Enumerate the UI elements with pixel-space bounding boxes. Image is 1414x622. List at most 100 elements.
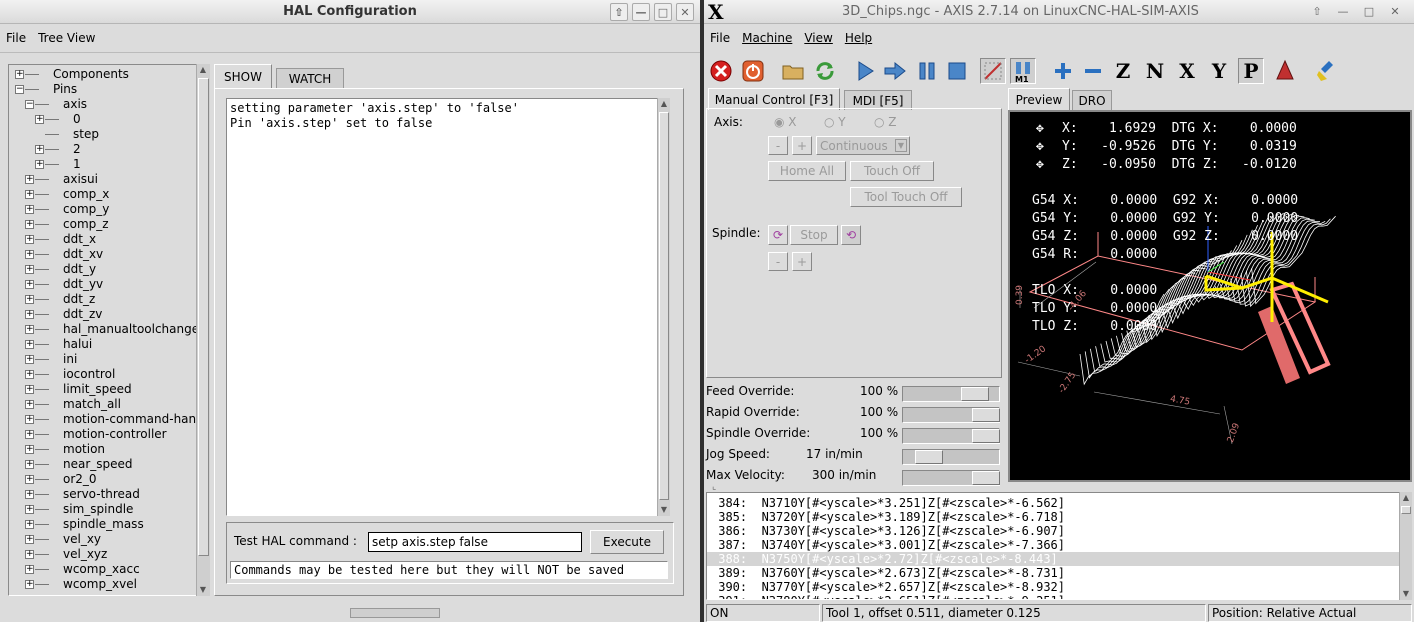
slider-thumb[interactable] [961,387,989,401]
expand-icon[interactable]: + [25,250,34,259]
view-y-icon[interactable]: Y [1206,58,1232,84]
slider-thumb[interactable] [972,471,1000,485]
expand-icon[interactable]: + [25,505,34,514]
output-scroll-thumb[interactable] [659,112,669,500]
block-delete-icon[interactable] [980,58,1006,84]
expand-icon[interactable]: + [25,310,34,319]
run-icon[interactable] [852,58,878,84]
axis-menu-help[interactable]: Help [839,31,878,45]
close-icon[interactable]: ✕ [1386,3,1404,21]
expand-icon[interactable]: + [25,445,34,454]
execute-button[interactable]: Execute [590,530,664,554]
hal-menu-tree-view[interactable]: Tree View [32,31,101,45]
optional-stop-icon[interactable]: M1 [1010,58,1036,84]
radio-y[interactable]: ○ Y [824,115,846,129]
resize-grip-icon[interactable]: ⌞ [712,482,716,492]
jog-mode-select[interactable]: Continuous ▼ [816,136,910,155]
expand-icon[interactable]: + [35,160,44,169]
expand-icon[interactable]: + [25,340,34,349]
power-icon[interactable] [740,58,766,84]
axis-menu-file[interactable]: File [704,31,736,45]
slider-thumb[interactable] [972,429,1000,443]
expand-icon[interactable]: + [25,370,34,379]
collapse-icon[interactable]: − [15,85,24,94]
expand-icon[interactable]: + [25,325,34,334]
maximize-icon[interactable]: □ [1360,3,1378,21]
expand-icon[interactable]: + [25,430,34,439]
expand-icon[interactable]: + [25,220,34,229]
open-folder-icon[interactable] [780,58,806,84]
scroll-up-icon[interactable]: ▲ [1400,492,1412,504]
tab-preview[interactable]: Preview [1008,88,1070,110]
expand-icon[interactable]: + [25,295,34,304]
expand-icon[interactable]: + [25,475,34,484]
zoom-out-icon[interactable] [1080,58,1106,84]
expand-icon[interactable]: + [25,175,34,184]
expand-icon[interactable]: + [25,550,34,559]
tab-manual-control[interactable]: Manual Control [F3] [708,88,840,110]
gcode-line[interactable]: 386: N3730Y[#<yscale>*3.126]Z[#<zscale>*… [707,524,1399,538]
expand-icon[interactable]: + [25,415,34,424]
tree-scrollbar[interactable]: ▲ ▼ [196,64,210,596]
view-z2-icon[interactable]: N [1142,58,1168,84]
gcode-line[interactable]: 387: N3740Y[#<yscale>*3.001]Z[#<zscale>*… [707,538,1399,552]
scroll-down-icon[interactable]: ▼ [197,584,209,596]
spindle-cw-icon[interactable]: ⟲ [841,225,861,245]
gcode-scrollbar[interactable]: ▲ ▼ [1399,492,1412,600]
touch-off-button[interactable]: Touch Off [850,161,934,181]
view-z-icon[interactable]: Z [1110,58,1136,84]
spindle-minus-button[interactable]: - [768,252,788,271]
expand-icon[interactable]: + [25,565,34,574]
expand-icon[interactable]: + [25,400,34,409]
tab-watch[interactable]: WATCH [276,68,344,88]
expand-icon[interactable]: + [25,385,34,394]
command-input[interactable]: setp axis.step false [368,532,582,552]
slider-thumb[interactable] [972,408,1000,422]
radio-x[interactable]: ◉ X [774,115,797,129]
zoom-in-icon[interactable] [1050,58,1076,84]
reload-icon[interactable] [812,58,838,84]
hal-menu-file[interactable]: File [0,31,32,45]
hal-tree-view[interactable]: + Components − Pins − axis +0 step +2 +1 + axisui + c… [8,64,198,596]
tree-scroll-thumb[interactable] [198,78,209,556]
expand-icon[interactable]: + [25,280,34,289]
expand-icon[interactable]: + [25,535,34,544]
expand-icon[interactable]: + [25,490,34,499]
arrow-up-icon[interactable]: ⇧ [1308,3,1326,21]
resize-grip[interactable] [350,608,440,618]
minimize-icon[interactable]: — [1334,3,1352,21]
gcode-scroll-thumb[interactable] [1401,506,1411,514]
tab-dro[interactable]: DRO [1072,90,1112,110]
step-icon[interactable] [882,58,908,84]
scroll-down-icon[interactable]: ▼ [658,504,670,516]
scroll-up-icon[interactable]: ▲ [197,64,209,76]
view-x-icon[interactable]: X [1174,58,1200,84]
rotate-icon[interactable] [1272,58,1298,84]
expand-icon[interactable]: + [35,145,44,154]
spindle-stop-button[interactable]: Stop [790,225,838,245]
jog-plus-button[interactable]: + [792,136,812,155]
axis-menu-machine[interactable]: Machine [736,31,798,45]
expand-icon[interactable]: + [25,235,34,244]
scroll-up-icon[interactable]: ▲ [658,98,670,110]
expand-icon[interactable]: + [25,265,34,274]
override-slider[interactable] [902,428,1000,444]
gcode-line-active[interactable]: 388: N3750Y[#<yscale>*2.72]Z[#<zscale>*-… [707,552,1399,566]
output-scrollbar[interactable]: ▲ ▼ [657,98,670,516]
expand-icon[interactable]: + [25,520,34,529]
gcode-line[interactable]: 389: N3760Y[#<yscale>*2.673]Z[#<zscale>*… [707,566,1399,580]
gcode-line[interactable]: 391: N3780Y[#<yscale>*2.651]Z[#<zscale>*… [707,594,1399,599]
show-output[interactable]: setting parameter 'axis.step' to 'false'… [226,98,658,516]
spindle-plus-button[interactable]: + [792,252,812,271]
override-slider[interactable] [902,386,1000,402]
close-icon[interactable]: ✕ [676,3,694,21]
preview-canvas[interactable]: ✥ X: 1.6929 DTG X: 0.0000 ✥ Y: -0.9526 DTG … [1008,110,1412,482]
expand-icon[interactable]: + [15,70,24,79]
gcode-line[interactable]: 384: N3710Y[#<yscale>*3.251]Z[#<zscale>*… [707,496,1399,510]
jog-minus-button[interactable]: - [768,136,788,155]
tool-touch-off-button[interactable]: Tool Touch Off [850,187,962,207]
hal-titlebar[interactable]: HAL Configuration ⇧ — □ ✕ [0,0,700,24]
pause-icon[interactable] [914,58,940,84]
expand-icon[interactable]: + [25,355,34,364]
expand-icon[interactable]: + [25,190,34,199]
